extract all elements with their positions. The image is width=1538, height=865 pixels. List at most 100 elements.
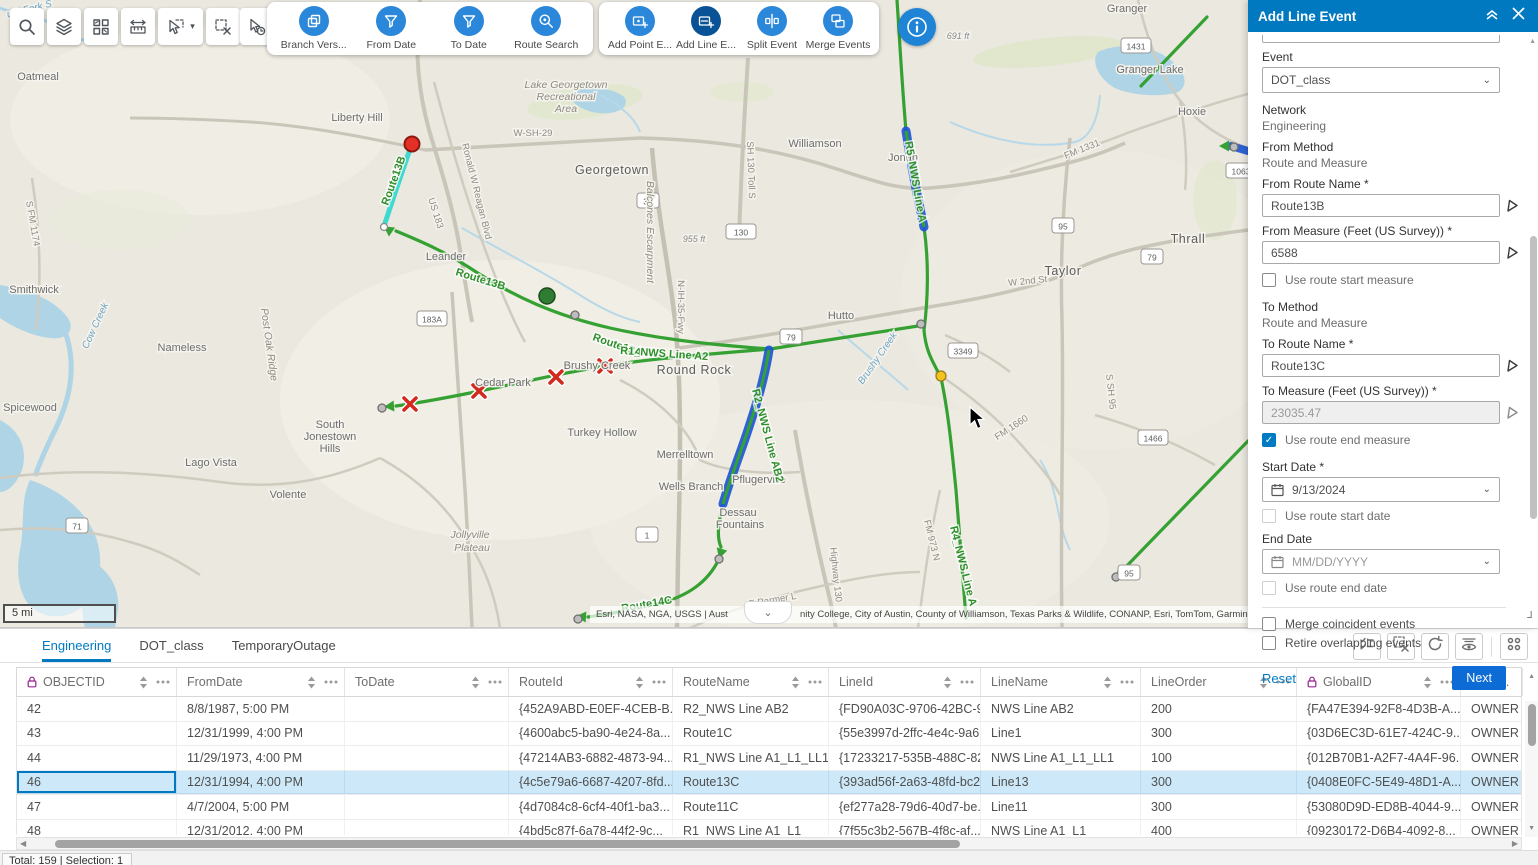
cell[interactable]: NWS Line AB2	[981, 697, 1141, 721]
column-menu-icon[interactable]	[1120, 680, 1134, 684]
table-vertical-scrollbar[interactable]	[1525, 701, 1538, 837]
cell[interactable]: {ef277a28-79d6-40d7-be...	[829, 795, 981, 819]
cell[interactable]	[345, 820, 509, 836]
cutoff-input[interactable]	[1262, 35, 1500, 43]
column-header-lineid[interactable]: LineId	[829, 668, 981, 696]
pick-to-route-on-map-icon[interactable]	[1505, 358, 1519, 373]
column-header-linename[interactable]: LineName	[981, 668, 1141, 696]
cell[interactable]: 48	[17, 820, 177, 836]
scroll-left-arrow[interactable]: ◀	[20, 839, 26, 848]
use-route-start-date-checkbox[interactable]	[1262, 509, 1276, 523]
cell[interactable]: 12/31/1994, 4:00 PM	[177, 771, 345, 795]
tab-engineering[interactable]: Engineering	[42, 638, 111, 662]
cell[interactable]: OWNER	[1461, 722, 1522, 746]
scrollbar-thumb[interactable]	[1528, 704, 1536, 746]
column-menu-icon[interactable]	[324, 680, 338, 684]
cell[interactable]: {03D6EC3D-61E7-424C-9...	[1297, 722, 1461, 746]
layers-button[interactable]	[47, 8, 81, 45]
column-menu-icon[interactable]	[652, 680, 666, 684]
search-button[interactable]	[10, 8, 44, 45]
cell[interactable]: 300	[1141, 771, 1297, 795]
column-header-objectid[interactable]: OBJECTID	[17, 668, 177, 696]
cell[interactable]: {7f55c3b2-567B-4f8c-af...	[829, 820, 981, 836]
from-measure-input[interactable]: 6588	[1262, 241, 1500, 264]
sort-icon[interactable]	[471, 676, 480, 689]
cell[interactable]: NWS Line A1_L1_LL1	[981, 746, 1141, 770]
column-header-routename[interactable]: RouteName	[673, 668, 829, 696]
panel-resize-handle[interactable]: ┘	[1527, 612, 1535, 624]
cell[interactable]: 12/31/2012, 4:00 PM	[177, 820, 345, 836]
cell[interactable]	[345, 746, 509, 770]
cell[interactable]: {FA47E394-92F8-4D3B-A...	[1297, 697, 1461, 721]
cell[interactable]: {012B70B1-A2F7-4A4F-96...	[1297, 746, 1461, 770]
cell[interactable]	[345, 722, 509, 746]
cell[interactable]: 300	[1141, 795, 1297, 819]
toolbar-button-filter[interactable]: From Date	[356, 6, 426, 51]
use-route-end-measure-row[interactable]: ✓ Use route end measure	[1262, 433, 1522, 447]
cell[interactable]: Route11C	[673, 795, 829, 819]
cell[interactable]: {4c5e79a6-6687-4207-8fd...	[509, 771, 673, 795]
cell[interactable]: {47214AB3-6882-4873-94...	[509, 746, 673, 770]
cell[interactable]: 200	[1141, 697, 1297, 721]
toolbar-button-route-search[interactable]: Route Search	[511, 6, 581, 51]
reset-button[interactable]: Reset	[1262, 671, 1296, 686]
table-row[interactable]: 474/7/2004, 5:00 PM{4d7084c8-6cf4-40f1-b…	[17, 795, 1521, 820]
cell[interactable]: 47	[17, 795, 177, 819]
tab-dot_class[interactable]: DOT_class	[139, 638, 203, 662]
column-header-routeid[interactable]: RouteId	[509, 668, 673, 696]
table-row[interactable]: 4812/31/2012, 4:00 PM{4bd5c87f-6a78-44f2…	[17, 820, 1521, 836]
sort-icon[interactable]	[139, 676, 148, 689]
cell[interactable]: 11/29/1973, 4:00 PM	[177, 746, 345, 770]
cell[interactable]: 43	[17, 722, 177, 746]
cell[interactable]: {452A9ABD-E0EF-4CEB-B...	[509, 697, 673, 721]
cell[interactable]: 100	[1141, 746, 1297, 770]
use-route-end-measure-checkbox[interactable]: ✓	[1262, 433, 1276, 447]
cell[interactable]	[345, 771, 509, 795]
cell[interactable]: {17233217-535B-488C-82...	[829, 746, 981, 770]
select-button[interactable]: ▾	[158, 8, 203, 45]
toolbar-button-split-event[interactable]: Split Event	[739, 6, 805, 51]
sort-icon[interactable]	[307, 676, 316, 689]
from-route-name-input[interactable]: Route13B	[1262, 194, 1500, 217]
toolbar-button-add-line-event[interactable]: Add Line E...	[673, 6, 739, 51]
cell[interactable]: OWNER	[1461, 697, 1522, 721]
cell[interactable]: NWS Line A1_L1	[981, 820, 1141, 836]
cell[interactable]: {FD90A03C-9706-42BC-9...	[829, 697, 981, 721]
cell[interactable]: Line11	[981, 795, 1141, 819]
collapse-icon[interactable]	[1482, 7, 1502, 26]
map-view[interactable]: 143135130183A79957933491466711951063 uth…	[0, 0, 1248, 628]
table-row[interactable]: 4612/31/1994, 4:00 PM {4c5e79a6-6687-4207…	[17, 771, 1521, 796]
cell[interactable]: 8/8/1987, 5:00 PM	[177, 697, 345, 721]
cell[interactable]: 400	[1141, 820, 1297, 836]
cell[interactable]: Line1	[981, 722, 1141, 746]
cell[interactable]: 12/31/1999, 4:00 PM	[177, 722, 345, 746]
start-date-input[interactable]: 9/13/2024 ⌄	[1262, 477, 1500, 502]
table-row[interactable]: 4312/31/1999, 4:00 PM {4600abc5-ba90-4e24…	[17, 722, 1521, 747]
use-route-end-date-checkbox[interactable]	[1262, 581, 1276, 595]
pick-to-measure-on-map-icon[interactable]	[1505, 405, 1519, 420]
cell[interactable]: {0408E0FC-5E49-48D1-A...	[1297, 771, 1461, 795]
to-measure-input[interactable]: 23035.47	[1262, 401, 1500, 424]
cell[interactable]	[345, 795, 509, 819]
use-route-start-measure-checkbox[interactable]	[1262, 273, 1276, 287]
sort-icon[interactable]	[943, 676, 952, 689]
column-menu-icon[interactable]	[156, 680, 170, 684]
cell[interactable]: 46	[17, 771, 177, 795]
retire-overlapping-row[interactable]: Retire overlapping events	[1262, 636, 1522, 650]
cell[interactable]: 42	[17, 697, 177, 721]
measure-button[interactable]	[121, 8, 155, 45]
tab-temporaryoutage[interactable]: TemporaryOutage	[232, 638, 336, 662]
cell[interactable]: R1_NWS Line A1_L1	[673, 820, 829, 836]
sort-icon[interactable]	[791, 676, 800, 689]
scrollbar-thumb[interactable]	[55, 840, 960, 848]
cell[interactable]: OWNER	[1461, 771, 1522, 795]
cell[interactable]	[345, 697, 509, 721]
table-row[interactable]: 428/8/1987, 5:00 PM {452A9ABD-E0EF-4CEB-B…	[17, 697, 1521, 722]
cell[interactable]: 300	[1141, 722, 1297, 746]
cell[interactable]: {55e3997d-2ffc-4e4c-9a6...	[829, 722, 981, 746]
merge-coincident-row[interactable]: Merge coincident events	[1262, 617, 1522, 631]
pick-from-measure-on-map-icon[interactable]	[1505, 245, 1519, 260]
cell[interactable]: {4600abc5-ba90-4e24-8a...	[509, 722, 673, 746]
to-route-name-input[interactable]: Route13C	[1262, 354, 1500, 377]
cell[interactable]: {393ad56f-2a63-48fd-bc2...	[829, 771, 981, 795]
